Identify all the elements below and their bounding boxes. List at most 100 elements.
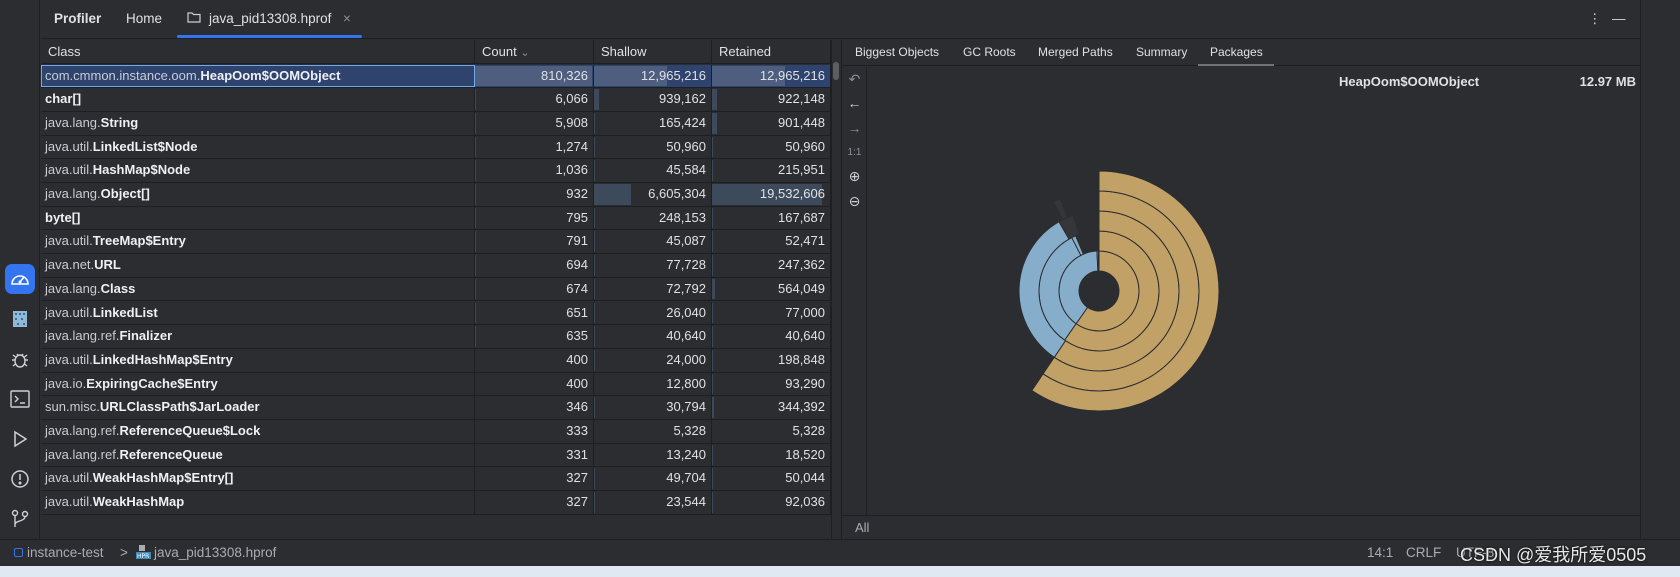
shallow-value: 6,605,304 <box>648 186 706 201</box>
table-row[interactable]: java.lang.ref.ReferenceQueue$Lock 333 5,32… <box>41 420 831 444</box>
count-cell: 333 <box>475 420 594 443</box>
table-row[interactable]: sun.misc.URLClassPath$JarLoader 346 30,794… <box>41 396 831 420</box>
breadcrumb-file[interactable]: java_pid13308.hprof <box>154 545 276 560</box>
class-simple-name: URL <box>94 257 121 273</box>
retained-cell: 198,848 <box>712 348 831 372</box>
shallow-value: 939,162 <box>659 91 706 107</box>
count-bar <box>475 112 476 134</box>
count-cell: 635 <box>475 325 594 348</box>
right-tool-sidebar <box>1640 0 1680 539</box>
table-row[interactable]: java.util.LinkedList$Node 1,274 50,960 50,9… <box>41 135 831 160</box>
count-cell: 694 <box>475 254 594 277</box>
table-scrollbar[interactable] <box>831 40 840 539</box>
table-row[interactable]: java.util.LinkedHashMap$Entry 400 24,000 19… <box>41 348 831 373</box>
count-value: 400 <box>566 351 588 367</box>
count-cell: 327 <box>475 467 594 491</box>
table-row[interactable]: java.lang.ref.Finalizer 635 40,640 40,640 <box>41 325 831 349</box>
table-row[interactable]: java.util.WeakHashMap 327 23,544 92,036 <box>41 491 831 515</box>
shallow-value: 77,728 <box>666 257 706 273</box>
table-row[interactable]: java.util.HashMap$Node 1,036 45,584 215,951 <box>41 159 831 183</box>
table-row[interactable]: java.lang.String 5,908 165,424 901,448 <box>41 111 831 136</box>
tab-profiler[interactable]: Profiler <box>54 11 101 26</box>
retained-bar <box>712 492 713 513</box>
watermark: CSDN @爱我所爱0505 <box>1460 545 1647 565</box>
caret-position[interactable]: 14:1 <box>1367 545 1393 560</box>
retained-cell: 564,049 <box>712 277 831 301</box>
retained-cell: 50,960 <box>712 135 831 159</box>
retained-cell: 344,392 <box>712 396 831 419</box>
column-header-retained[interactable]: Retained <box>712 40 831 64</box>
package-prefix: sun.misc. <box>45 399 100 415</box>
bug-icon[interactable] <box>5 344 35 374</box>
close-tab-icon[interactable]: × <box>343 11 351 26</box>
package-prefix: java.util. <box>45 304 93 320</box>
table-row[interactable]: byte[] 795 248,153 167,687 <box>41 206 831 231</box>
shallow-cell: 72,792 <box>594 277 712 301</box>
count-cell: 651 <box>475 301 594 325</box>
count-value: 635 <box>566 328 588 344</box>
retained-value: 19,532,606 <box>759 186 825 201</box>
class-name-cell: java.lang.ref.Finalizer <box>41 325 475 348</box>
shallow-value: 5,328 <box>673 423 706 438</box>
line-ending[interactable]: CRLF <box>1406 545 1441 560</box>
problems-icon[interactable] <box>5 464 35 494</box>
count-cell: 327 <box>475 491 594 514</box>
tab-home[interactable]: Home <box>126 11 162 26</box>
class-name-cell: char[] <box>41 88 475 111</box>
table-row[interactable]: java.util.LinkedList 651 26,040 77,000 <box>41 301 831 326</box>
table-row[interactable]: java.lang.Object[] 932 6,605,304 19,532,606 <box>41 183 831 207</box>
count-value: 327 <box>566 470 588 486</box>
table-row[interactable]: java.io.ExpiringCache$Entry 400 12,800 93,2… <box>41 372 831 397</box>
shallow-value: 49,704 <box>666 470 706 486</box>
class-simple-name: char[] <box>45 91 82 107</box>
breadcrumb-all[interactable]: All <box>842 515 1641 539</box>
tab-hprof-file[interactable]: java_pid13308.hprof <box>209 11 331 26</box>
profiler-gauge-icon[interactable] <box>5 264 35 294</box>
table-row[interactable]: java.net.URL 694 77,728 247,362 <box>41 254 831 278</box>
terminal-icon[interactable] <box>5 384 35 414</box>
sunburst-segment-ring4-2[interactable] <box>1052 198 1069 221</box>
shallow-bar <box>594 112 595 134</box>
packages-panel: Biggest Objects GC Roots Merged Paths Su… <box>841 40 1641 539</box>
shallow-value: 12,800 <box>666 375 706 391</box>
packages-sunburst-chart[interactable] <box>842 40 1641 515</box>
shallow-cell: 939,162 <box>594 88 712 111</box>
table-row[interactable]: java.util.WeakHashMap$Entry[] 327 49,704 50… <box>41 467 831 492</box>
retained-bar <box>712 278 716 300</box>
column-header-count[interactable]: Count ⌄ <box>475 40 594 64</box>
shallow-cell: 12,965,216 <box>594 64 712 88</box>
count-cell: 400 <box>475 372 594 396</box>
git-branch-icon[interactable] <box>5 504 35 534</box>
hprof-file-icon[interactable] <box>5 304 35 334</box>
retained-value: 50,960 <box>785 138 825 154</box>
retained-cell: 92,036 <box>712 491 831 514</box>
count-cell: 331 <box>475 443 594 467</box>
retained-value: 247,362 <box>778 257 825 273</box>
count-value: 651 <box>566 304 588 320</box>
table-row[interactable]: java.lang.ref.ReferenceQueue 331 13,240 18,… <box>41 443 831 468</box>
column-header-class[interactable]: Class <box>41 40 475 64</box>
class-name-cell: java.lang.Class <box>41 277 475 301</box>
retained-bar <box>712 207 713 229</box>
scrollbar-thumb[interactable] <box>833 62 839 80</box>
table-row[interactable]: java.lang.Class 674 72,792 564,049 <box>41 277 831 302</box>
more-options-icon[interactable]: ⋮ <box>1588 11 1602 27</box>
count-value: 1,036 <box>555 162 588 178</box>
table-row[interactable]: com.cmmon.instance.oom.HeapOom$OOMObject… <box>41 64 831 89</box>
run-icon[interactable] <box>5 424 35 454</box>
class-simple-name: Class <box>100 280 136 296</box>
minimize-icon[interactable]: — <box>1612 11 1626 26</box>
table-row[interactable]: char[] 6,066 939,162 922,148 <box>41 88 831 112</box>
editor-tab-bar: Profiler Home java_pid13308.hprof × ⋮ — <box>41 0 1640 39</box>
count-cell: 346 <box>475 396 594 419</box>
count-value: 6,066 <box>555 91 588 107</box>
retained-value: 93,290 <box>785 375 825 391</box>
table-row[interactable]: java.util.TreeMap$Entry 791 45,087 52,471 <box>41 230 831 255</box>
class-simple-name: TreeMap$Entry <box>92 233 186 249</box>
breadcrumb-project[interactable]: instance-test <box>27 545 104 560</box>
shallow-cell: 12,800 <box>594 372 712 396</box>
column-header-shallow[interactable]: Shallow <box>594 40 712 64</box>
class-simple-name: LinkedList <box>92 304 158 320</box>
retained-cell: 12,965,216 <box>712 64 831 88</box>
shallow-cell: 45,584 <box>594 159 712 182</box>
